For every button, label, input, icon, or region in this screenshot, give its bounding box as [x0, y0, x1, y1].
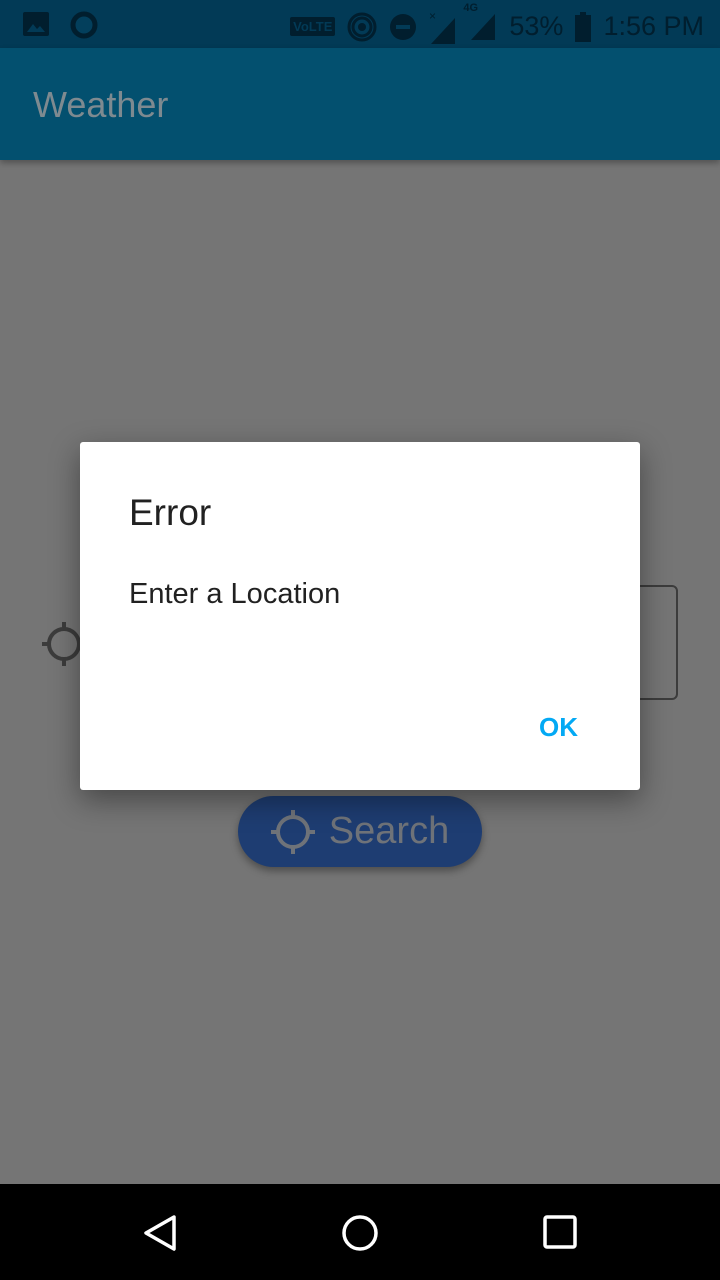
signal-icon: ×: [429, 10, 456, 44]
status-bar: VoLTE × 4G 53% 1:56 PM: [0, 0, 720, 48]
home-icon[interactable]: [340, 1214, 380, 1254]
app-title: Weather: [33, 84, 169, 125]
dialog-title: Error: [129, 492, 212, 533]
dnd-icon: [390, 13, 417, 40]
navigation-bar: [0, 1184, 720, 1280]
battery-charging-icon: [575, 11, 592, 42]
app-bar: Weather: [0, 48, 720, 160]
search-button[interactable]: Search: [238, 796, 482, 867]
battery-text: 53%: [509, 11, 564, 41]
image-icon: [23, 12, 49, 36]
4g-signal-icon: 4G: [463, 2, 497, 47]
svg-text:×: ×: [429, 10, 436, 23]
ok-button[interactable]: OK: [539, 712, 578, 743]
back-icon[interactable]: [142, 1214, 178, 1252]
circle-icon: [70, 11, 98, 39]
recents-icon[interactable]: [542, 1214, 578, 1250]
error-dialog: Error Enter a Location OK: [80, 442, 640, 790]
dialog-message: Enter a Location: [129, 578, 341, 610]
my-location-icon: [270, 809, 315, 854]
volte-icon: VoLTE: [290, 17, 336, 36]
clock: 1:56 PM: [603, 11, 704, 41]
search-button-label: Search: [328, 810, 450, 852]
hotspot-icon: [347, 12, 377, 41]
